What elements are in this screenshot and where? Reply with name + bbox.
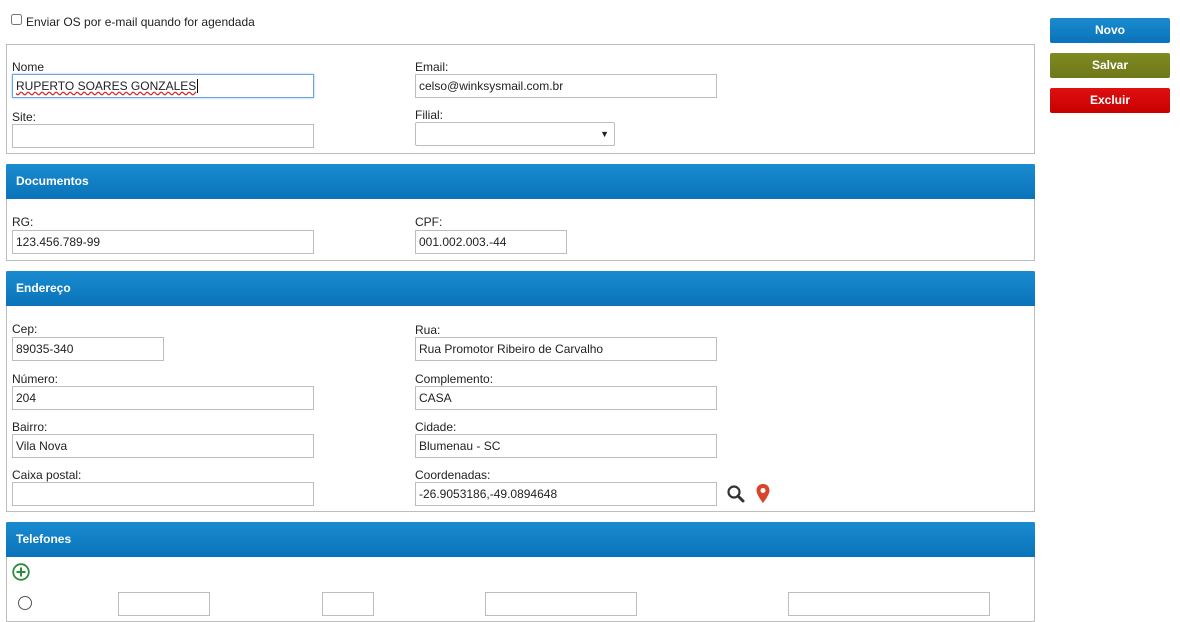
coordenadas-label: Coordenadas: xyxy=(415,468,491,482)
filial-select[interactable]: ▼ xyxy=(415,122,615,146)
cpf-input[interactable]: 001.002.003.-44 xyxy=(415,230,567,254)
rg-input[interactable]: 123.456.789-99 xyxy=(12,230,314,254)
complemento-label: Complemento: xyxy=(415,372,494,386)
phone-type-input[interactable] xyxy=(118,592,210,616)
coordenadas-input[interactable]: -26.9053186,-49.0894648 xyxy=(415,482,717,506)
phone-ddd-input[interactable] xyxy=(322,592,374,616)
email-on-schedule-label: Enviar OS por e-mail quando for agendada xyxy=(26,15,255,29)
novo-button[interactable]: Novo xyxy=(1050,18,1170,43)
salvar-button[interactable]: Salvar xyxy=(1050,53,1170,78)
cpf-label: CPF: xyxy=(415,215,443,229)
bairro-label: Bairro: xyxy=(12,420,48,434)
rua-input[interactable]: Rua Promotor Ribeiro de Carvalho xyxy=(415,337,717,361)
excluir-button[interactable]: Excluir xyxy=(1050,88,1170,113)
rg-label: RG: xyxy=(12,215,34,229)
email-on-schedule-checkbox[interactable] xyxy=(11,14,22,25)
caixa-postal-label: Caixa postal: xyxy=(12,468,82,482)
nome-input[interactable]: RUPERTO SOARES GONZALES xyxy=(12,74,314,98)
site-input[interactable] xyxy=(12,124,314,148)
endereco-header: Endereço xyxy=(6,271,1035,306)
telefones-header: Telefones xyxy=(6,522,1035,557)
numero-label: Número: xyxy=(12,372,59,386)
cidade-label: Cidade: xyxy=(415,420,457,434)
phone-contact-input[interactable] xyxy=(788,592,990,616)
email-input[interactable]: celso@winksysmail.com.br xyxy=(415,74,717,98)
map-pin-icon[interactable] xyxy=(755,483,771,505)
dropdown-arrow-icon: ▼ xyxy=(600,129,609,139)
caixa-postal-input[interactable] xyxy=(12,482,314,506)
nome-label: Nome xyxy=(12,60,45,74)
rua-label: Rua: xyxy=(415,323,441,337)
phone-row-radio[interactable] xyxy=(18,596,32,610)
nome-value: RUPERTO SOARES GONZALES xyxy=(16,79,197,93)
site-label: Site: xyxy=(12,110,37,124)
phone-number-input[interactable] xyxy=(485,592,637,616)
documentos-header: Documentos xyxy=(6,164,1035,199)
search-icon[interactable] xyxy=(726,484,746,504)
complemento-input[interactable]: CASA xyxy=(415,386,717,410)
filial-label: Filial: xyxy=(415,108,444,122)
email-label: Email: xyxy=(415,60,449,74)
bairro-input[interactable]: Vila Nova xyxy=(12,434,314,458)
cep-label: Cep: xyxy=(12,322,38,336)
numero-input[interactable]: 204 xyxy=(12,386,314,410)
cidade-input[interactable]: Blumenau - SC xyxy=(415,434,717,458)
cep-input[interactable]: 89035-340 xyxy=(12,337,164,361)
add-circle-icon[interactable] xyxy=(12,563,30,581)
